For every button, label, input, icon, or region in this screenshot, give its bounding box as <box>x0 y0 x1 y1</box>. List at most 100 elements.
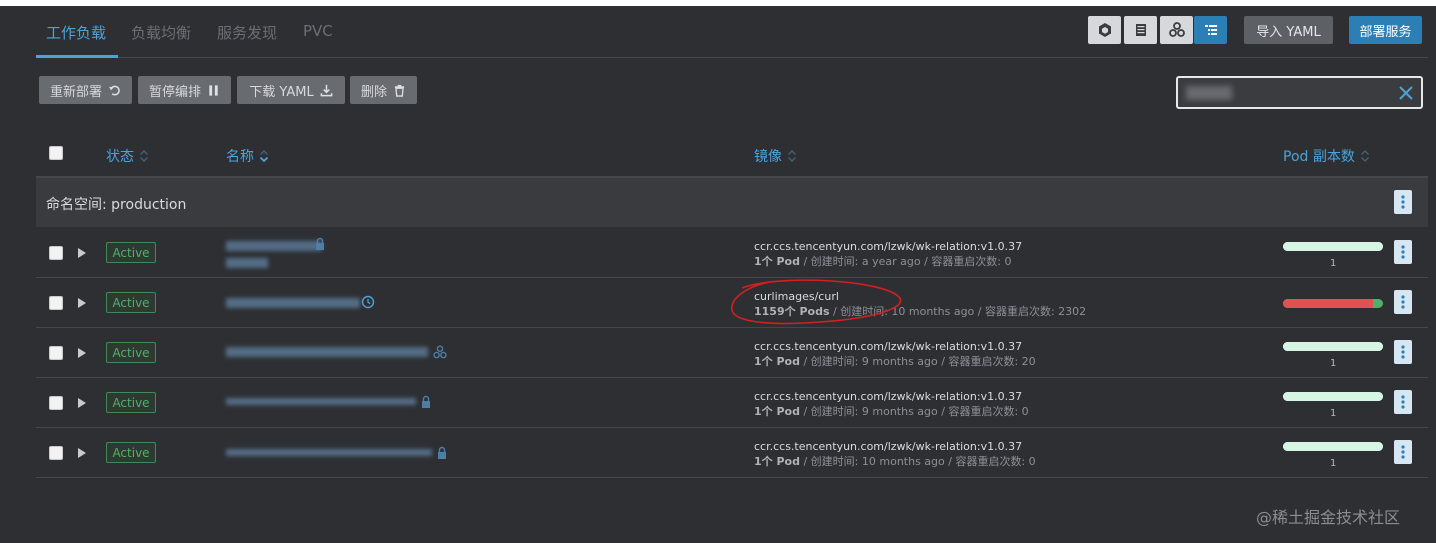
tab-load-balancing[interactable]: 负载均衡 <box>131 22 191 43</box>
nodes-icon <box>433 345 447 359</box>
column-name-label: 名称 <box>226 149 254 165</box>
kebab-icon <box>1401 445 1405 459</box>
nodes-icon <box>1168 22 1185 37</box>
lock-icon <box>316 237 324 250</box>
delete-label: 删除 <box>360 84 387 100</box>
workload-name-redacted[interactable] <box>226 241 322 251</box>
table-row: Active curlimages/curl 1159个 Pods / 创建时间… <box>36 278 1428 328</box>
watermark: @稀土掘金技术社区 <box>1256 508 1401 527</box>
view-cube-button[interactable] <box>1088 16 1121 44</box>
sort-icon <box>787 149 797 163</box>
pod-progress-fill <box>1283 442 1383 451</box>
pod-progress-bar <box>1283 442 1383 451</box>
column-name[interactable]: 名称 <box>226 146 269 166</box>
expand-caret-icon[interactable] <box>77 297 87 309</box>
sort-icon <box>139 149 149 163</box>
cube-icon <box>1098 23 1111 37</box>
image-name: ccr.ccs.tencentyun.com/lzwk/wk-relation:… <box>754 340 1023 353</box>
pod-count-text: 1159个 Pods <box>754 305 830 318</box>
column-status-label: 状态 <box>106 149 134 165</box>
search-value-redacted <box>1186 86 1232 100</box>
column-status[interactable]: 状态 <box>106 146 149 166</box>
tab-workloads[interactable]: 工作负载 <box>46 22 106 43</box>
pod-progress-bar <box>1283 299 1383 308</box>
deploy-service-button[interactable]: 部署服务 <box>1349 16 1422 44</box>
pod-replica-count: 1 <box>1330 258 1337 269</box>
image-name: ccr.ccs.tencentyun.com/lzwk/wk-relation:… <box>754 240 1023 253</box>
image-meta-text: / 创建时间: 10 months ago / 容器重启次数: 0 <box>799 455 1036 468</box>
delete-button[interactable]: 删除 <box>350 76 417 104</box>
pod-replica-count: 1 <box>1330 458 1337 469</box>
close-icon[interactable] <box>1397 84 1415 102</box>
image-meta-text: / 创建时间: a year ago / 容器重启次数: 0 <box>799 255 1012 268</box>
image-name: ccr.ccs.tencentyun.com/lzwk/wk-relation:… <box>754 440 1023 453</box>
row-menu-button[interactable] <box>1394 440 1412 464</box>
select-all-checkbox[interactable] <box>49 146 63 160</box>
image-meta: 1个 Pod / 创建时间: a year ago / 容器重启次数: 0 <box>754 253 1012 269</box>
pod-progress-bar <box>1283 242 1383 251</box>
pod-count-text: 1个 Pod <box>754 255 800 268</box>
workload-name-redacted[interactable] <box>226 449 432 456</box>
status-badge: Active <box>106 392 156 413</box>
pause-label: 暂停编排 <box>148 84 201 100</box>
sort-desc-icon <box>259 149 269 163</box>
expand-caret-icon[interactable] <box>77 397 87 409</box>
image-meta: 1个 Pod / 创建时间: 9 months ago / 容器重启次数: 20 <box>754 353 1036 369</box>
table-row: Active ccr.ccs.tencentyun.com/lzwk/wk-re… <box>36 328 1428 378</box>
tab-service-discovery[interactable]: 服务发现 <box>217 22 277 43</box>
search-input[interactable] <box>1176 76 1423 109</box>
clock-icon <box>361 295 375 309</box>
import-yaml-button[interactable]: 导入 YAML <box>1244 16 1333 44</box>
kebab-icon <box>1401 245 1405 259</box>
redeploy-button[interactable]: 重新部署 <box>39 76 132 104</box>
workload-name-redacted[interactable] <box>226 298 360 308</box>
column-image[interactable]: 镜像 <box>754 146 797 166</box>
column-image-label: 镜像 <box>754 149 782 165</box>
pod-progress-bar <box>1283 392 1383 401</box>
workload-name-redacted[interactable] <box>226 347 428 357</box>
status-badge: Active <box>106 442 156 463</box>
expand-caret-icon[interactable] <box>77 447 87 459</box>
pod-count-text: 1个 Pod <box>754 455 800 468</box>
image-meta-text: / 创建时间: 9 months ago / 容器重启次数: 0 <box>799 405 1029 418</box>
redeploy-label: 重新部署 <box>49 84 102 100</box>
row-menu-button[interactable] <box>1394 240 1412 264</box>
download-label: 下载 YAML <box>249 84 314 100</box>
download-yaml-button[interactable]: 下载 YAML <box>237 76 345 104</box>
row-checkbox[interactable] <box>49 446 63 460</box>
row-checkbox[interactable] <box>49 396 63 410</box>
namespace-group-row: 命名空间: production <box>36 176 1428 227</box>
pod-progress-fill <box>1283 392 1383 401</box>
row-menu-button[interactable] <box>1394 390 1412 414</box>
workload-name-redacted[interactable] <box>226 398 416 405</box>
view-tree-list-button[interactable] <box>1194 16 1227 44</box>
table-row: Active ccr.ccs.tencentyun.com/lzwk/wk-re… <box>36 428 1428 478</box>
lock-icon <box>438 446 446 459</box>
view-nodes-button[interactable] <box>1160 16 1193 44</box>
pod-count-text: 1个 Pod <box>754 405 800 418</box>
image-meta: 1159个 Pods / 创建时间: 10 months ago / 容器重启次… <box>754 303 1086 319</box>
kebab-icon <box>1401 395 1405 409</box>
expand-caret-icon[interactable] <box>77 247 87 259</box>
status-badge: Active <box>106 342 156 363</box>
tab-pvc[interactable]: PVC <box>303 22 333 40</box>
row-checkbox[interactable] <box>49 346 63 360</box>
view-list-button[interactable] <box>1124 16 1157 44</box>
group-menu-button[interactable] <box>1394 190 1412 214</box>
image-name: ccr.ccs.tencentyun.com/lzwk/wk-relation:… <box>754 390 1023 403</box>
pod-progress-fill <box>1283 342 1383 351</box>
table-row: Active ccr.ccs.tencentyun.com/lzwk/wk-re… <box>36 228 1428 278</box>
column-pods[interactable]: Pod 副本数 <box>1283 146 1370 166</box>
pod-progress-fill <box>1283 242 1383 251</box>
kebab-icon <box>1401 345 1405 359</box>
trash-icon <box>394 84 405 97</box>
row-menu-button[interactable] <box>1394 340 1412 364</box>
pod-replica-count: 1 <box>1330 358 1337 369</box>
row-checkbox[interactable] <box>49 246 63 260</box>
row-menu-button[interactable] <box>1394 290 1412 314</box>
pause-orchestration-button[interactable]: 暂停编排 <box>138 76 231 104</box>
kebab-icon <box>1401 195 1405 209</box>
row-checkbox[interactable] <box>49 296 63 310</box>
table-header: 状态 名称 镜像 Pod 副本数 <box>36 136 1428 176</box>
expand-caret-icon[interactable] <box>77 347 87 359</box>
